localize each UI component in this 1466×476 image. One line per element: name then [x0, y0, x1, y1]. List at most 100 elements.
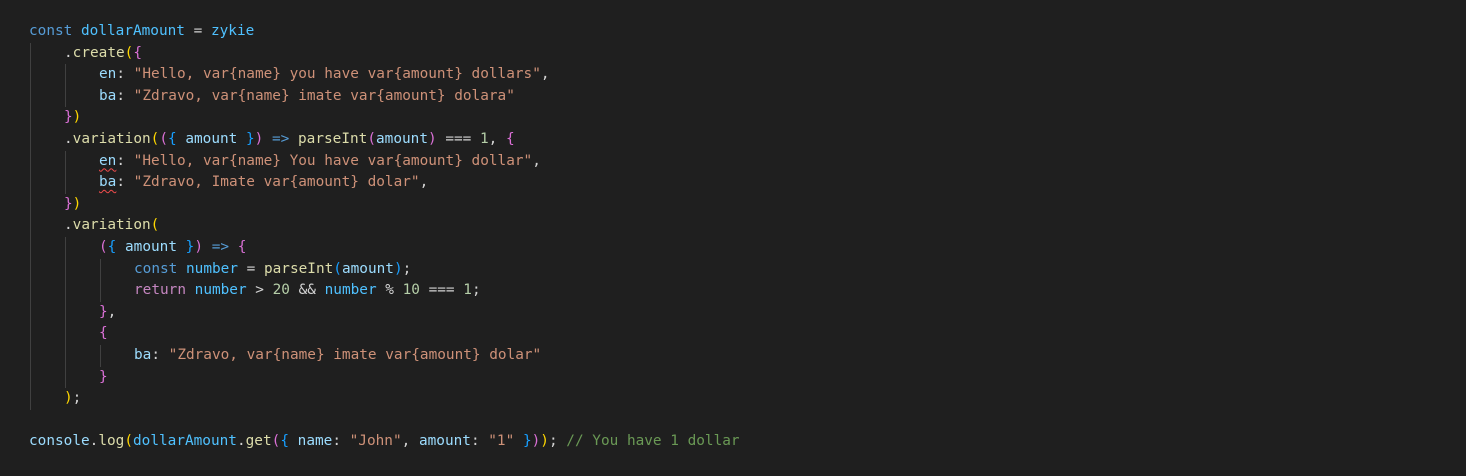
- indent-guide: [65, 236, 66, 259]
- code-token-bracket1: ): [64, 390, 73, 407]
- code-token-string: "Hello, var{name} you have var{amount} d…: [133, 66, 541, 83]
- code-line[interactable]: en: "Hello, var{name} you have var{amoun…: [29, 64, 740, 86]
- indent-guide: [30, 42, 31, 65]
- code-line[interactable]: .variation(({ amount }) => parseInt(amou…: [29, 128, 740, 151]
- code-token-function: parseInt: [298, 130, 368, 147]
- indent-guide: [30, 150, 31, 173]
- code-token-constant: dollarAmount: [81, 23, 185, 39]
- indent-guide: [30, 258, 31, 281]
- indent-guide: [30, 85, 31, 108]
- code-token-plain: :: [470, 433, 489, 450]
- indent-guide: [65, 150, 66, 173]
- code-token-bracket2: (: [159, 130, 168, 147]
- code-token-bracket1: ): [72, 195, 82, 212]
- code-token-number: 1: [463, 282, 472, 299]
- code-line-content: .create({: [64, 45, 142, 61]
- code-line[interactable]: ba: "Zdravo, var{name} imate var{amount}…: [29, 344, 740, 367]
- code-token-bracket2: (: [99, 238, 108, 255]
- indent-guide: [30, 366, 31, 389]
- code-token-plain: :: [116, 174, 134, 191]
- code-token-plain: ,: [532, 152, 541, 169]
- code-token-bracket2: {: [133, 44, 142, 61]
- indent-guide: [30, 280, 31, 302]
- code-token-function: get: [245, 433, 272, 450]
- code-token-bracket2: }: [99, 303, 108, 320]
- code-line[interactable]: const dollarAmount = zykie: [29, 21, 740, 43]
- code-line[interactable]: }): [29, 107, 740, 129]
- code-line[interactable]: {: [29, 323, 740, 345]
- code-token-variable: amount: [125, 238, 177, 255]
- code-line[interactable]: ({ amount }) => {: [29, 236, 740, 259]
- code-token-variable: en: [99, 66, 117, 83]
- code-token-bracket2: {: [99, 325, 108, 342]
- indent-guide: [65, 344, 66, 367]
- code-line-content: const dollarAmount = zykie: [29, 23, 254, 39]
- code-token-plain: %: [376, 282, 403, 299]
- code-token-bracket1: (: [124, 433, 133, 450]
- code-line[interactable]: en: "Hello, var{name} You have var{amoun…: [29, 150, 740, 173]
- code-token-string: "Zdravo, Imate var{amount} dolar": [133, 174, 420, 191]
- code-token-plain: ;: [548, 433, 558, 450]
- code-token-bracket3: (: [333, 260, 342, 277]
- code-line[interactable]: );: [29, 388, 740, 410]
- code-token-plain: ,: [401, 433, 419, 450]
- code-token-function: variation: [72, 217, 151, 234]
- indent-guide: [100, 344, 101, 367]
- code-line[interactable]: ba: "Zdravo, Imate var{amount} dolar",: [29, 172, 740, 194]
- code-token-plain: ===: [419, 282, 464, 299]
- code-token-function: create: [72, 44, 125, 61]
- code-line-content: ({ amount }) => {: [99, 239, 246, 255]
- code-block[interactable]: const dollarAmount = zykie .create({en: "…: [29, 21, 740, 453]
- code-line[interactable]: },: [29, 301, 740, 324]
- code-token-keyword: const: [134, 260, 178, 277]
- indent-guide: [30, 236, 31, 259]
- code-token-bracket2: ): [194, 238, 204, 255]
- indent-guide: [30, 344, 31, 367]
- code-token-function: variation: [72, 130, 151, 147]
- code-token-bracket2: {: [505, 130, 515, 147]
- code-token-bracket2: (: [367, 130, 376, 147]
- code-line[interactable]: }: [29, 366, 740, 389]
- indent-guide: [65, 64, 66, 86]
- code-token-string: "Hello, var{name} You have var{amount} d…: [133, 152, 533, 169]
- code-token-variable: en: [99, 152, 117, 169]
- code-token-bracket3: ): [393, 260, 403, 277]
- code-token-control: return: [134, 282, 186, 299]
- code-line[interactable]: return number > 20 && number % 10 === 1;: [29, 280, 740, 302]
- code-token-comment: // You have 1 dollar: [566, 433, 740, 450]
- code-token-bracket2: }: [64, 195, 73, 212]
- code-token-plain: ;: [72, 390, 82, 407]
- code-line[interactable]: }): [29, 193, 740, 216]
- code-line[interactable]: [29, 410, 740, 432]
- code-token-bracket2: }: [99, 368, 108, 385]
- code-token-bracket1: ): [72, 109, 82, 126]
- code-line[interactable]: .create({: [29, 42, 740, 65]
- code-token-plain: :: [332, 433, 350, 450]
- code-line[interactable]: console.log(dollarAmount.get({ name: "Jo…: [29, 431, 740, 453]
- code-token-function: parseInt: [263, 260, 334, 277]
- code-token-keyword: =>: [211, 238, 230, 255]
- code-token-variable: ba: [134, 346, 152, 363]
- code-token-string: "1": [488, 433, 515, 450]
- code-token-function: log: [98, 433, 125, 450]
- code-token-keyword: =>: [272, 130, 290, 147]
- code-line-content: }): [64, 196, 81, 212]
- code-token-plain: ,: [488, 130, 506, 147]
- code-token-plain: .: [236, 433, 246, 450]
- code-line[interactable]: .variation(: [29, 215, 740, 237]
- code-line[interactable]: ba: "Zdravo, var{name} imate var{amount}…: [29, 85, 740, 108]
- code-line-content: return number > 20 && number % 10 === 1;: [134, 282, 481, 298]
- code-line-content: {: [99, 325, 108, 341]
- code-editor[interactable]: const dollarAmount = zykie .create({en: "…: [0, 0, 1466, 476]
- code-line[interactable]: const number = parseInt(amount);: [29, 258, 740, 281]
